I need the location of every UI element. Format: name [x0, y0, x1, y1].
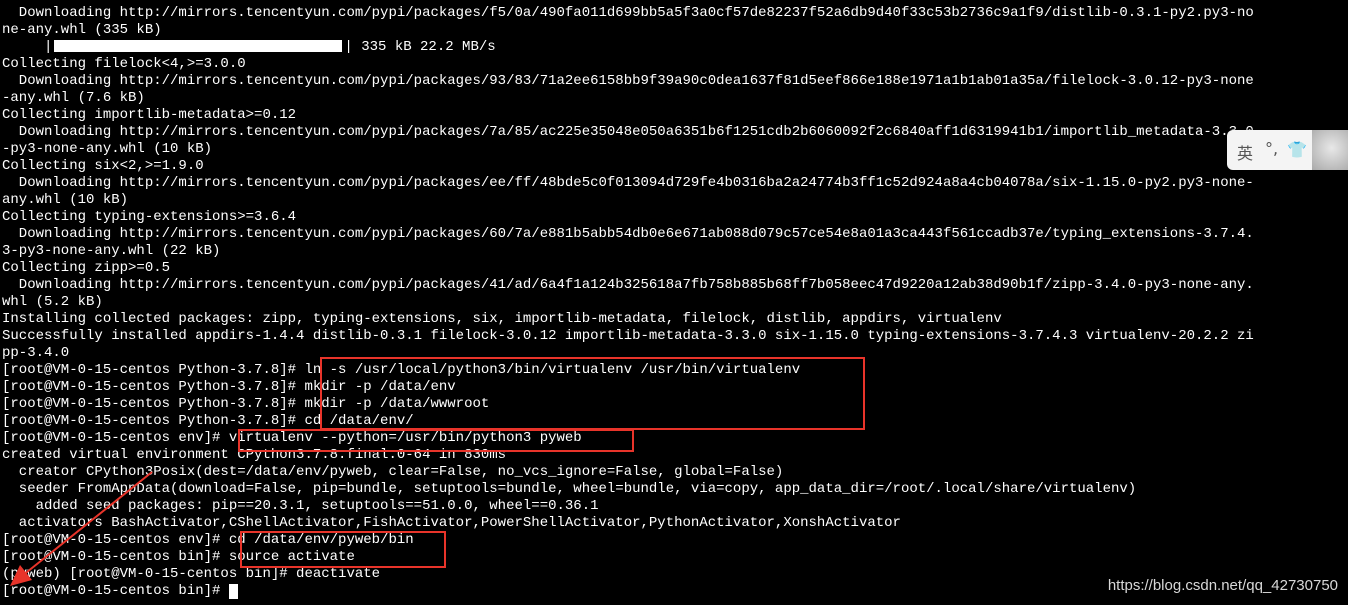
watermark: https://blog.csdn.net/qq_42730750	[1107, 577, 1338, 594]
ime-avatar-icon	[1312, 130, 1348, 170]
skin-shirt-icon[interactable]: 👕	[1287, 140, 1307, 159]
language-toggle[interactable]: 英	[1237, 140, 1253, 164]
ime-toolbar[interactable]: 英 °, 👕	[1227, 130, 1348, 170]
annotation-arrow	[10, 471, 153, 586]
punctuation-toggle[interactable]: °,	[1265, 139, 1278, 158]
